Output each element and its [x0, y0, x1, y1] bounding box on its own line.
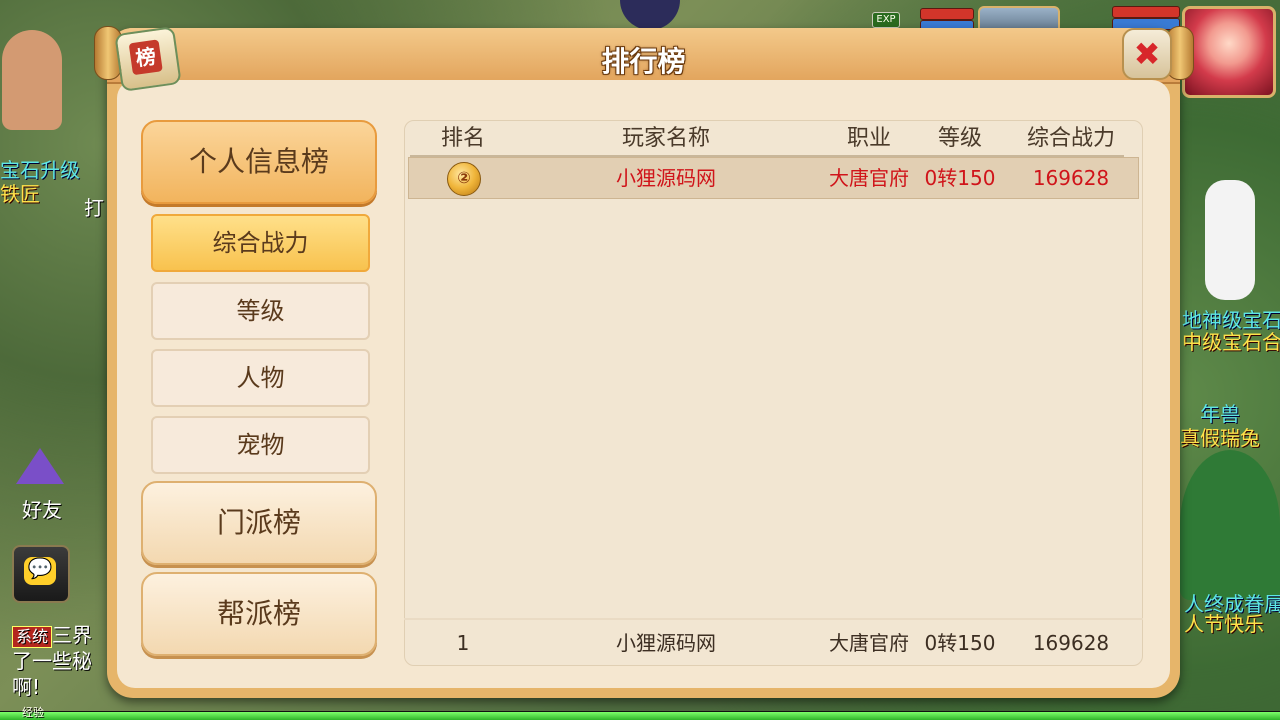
npc-character[interactable] [2, 30, 62, 130]
panel-title: 排行榜 [601, 45, 686, 78]
chat-line: 啊! [12, 675, 41, 699]
friends-icon [16, 448, 64, 484]
my-level: 0转150 [924, 631, 996, 655]
scene-label-mid-gem[interactable]: 中级宝石合 [1182, 332, 1280, 352]
player-hp-bar [1112, 6, 1180, 18]
experience-bar [0, 711, 1280, 720]
chat-log[interactable]: 系统 三界 了一些秘 啊! [12, 622, 108, 700]
column-header-job: 职业 [846, 126, 891, 151]
close-button[interactable]: ✖ [1122, 28, 1172, 80]
friends-button[interactable]: 好友 [10, 448, 74, 522]
tab-character[interactable]: 人物 [151, 349, 370, 407]
npc-character[interactable] [620, 0, 680, 30]
cell-power: 169628 [1032, 166, 1110, 190]
my-power: 169628 [1032, 631, 1110, 655]
rank-medal-icon: ② [447, 162, 481, 196]
friends-label: 好友 [22, 498, 62, 522]
npc-character[interactable] [1205, 180, 1255, 300]
cell-player: 小狸源码网 [616, 166, 716, 190]
scene-label-nian-beast[interactable]: 年兽 [1200, 404, 1240, 424]
category-personal[interactable]: 个人信息榜 [141, 120, 377, 204]
column-header-power: 综合战力 [1026, 126, 1115, 151]
chat-bubble-icon: 💬 [24, 557, 56, 585]
ranking-table[interactable] [404, 120, 1143, 666]
cell-level: 0转150 [924, 166, 996, 190]
chat-line: 三界 [52, 623, 93, 647]
player-avatar[interactable] [1182, 6, 1276, 98]
scene-label-lovers[interactable]: 人终成眷属 [1184, 594, 1280, 614]
pet-hp-bar [920, 8, 974, 20]
experience-label: 经验 [22, 706, 44, 719]
tab-level[interactable]: 等级 [151, 282, 370, 340]
category-sect[interactable]: 门派榜 [141, 481, 377, 565]
scene-label-divine-gem[interactable]: 地神级宝石 [1182, 310, 1280, 330]
experience-fill [0, 712, 1280, 720]
medal-glyph: ② [457, 168, 471, 187]
tab-pet[interactable]: 宠物 [151, 416, 370, 474]
scene-label-valentine[interactable]: 人节快乐 [1184, 614, 1264, 634]
scene-label-gem-upgrade[interactable]: 宝石升级 [0, 160, 80, 180]
scene-label-partial[interactable]: 打 [84, 198, 104, 218]
tab-combat-power[interactable]: 综合战力 [151, 214, 370, 272]
exp-badge: EXP [872, 12, 900, 28]
my-job: 大唐官府 [829, 631, 909, 655]
emblem-text: 榜 [128, 39, 163, 76]
my-player: 小狸源码网 [616, 631, 716, 655]
leaderboard-emblem-icon: 榜 [114, 26, 182, 92]
column-header-level: 等级 [937, 126, 982, 151]
category-guild[interactable]: 帮派榜 [141, 572, 377, 656]
cell-job: 大唐官府 [829, 166, 909, 190]
scene-label-blacksmith[interactable]: 铁匠 [0, 184, 40, 204]
scene-label-fake-rabbit[interactable]: 真假瑞兔 [1180, 428, 1260, 448]
christmas-tree [1180, 450, 1280, 600]
chat-line: 了一些秘 [12, 649, 92, 673]
column-header-player: 玩家名称 [621, 126, 710, 151]
chat-button[interactable]: 💬 [12, 545, 70, 603]
my-rank: 1 [456, 631, 470, 655]
system-tag: 系统 [12, 626, 53, 648]
column-header-rank: 排名 [440, 126, 485, 151]
close-icon: ✖ [1133, 35, 1161, 73]
